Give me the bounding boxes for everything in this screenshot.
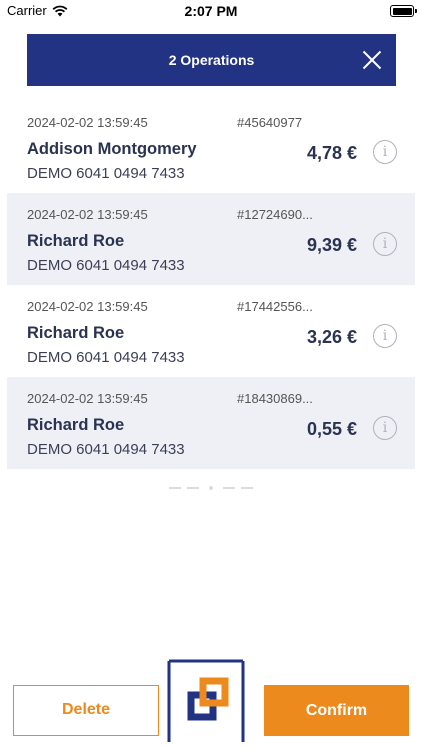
page-indicator[interactable] (0, 486, 422, 490)
info-icon[interactable]: i (373, 232, 397, 256)
operation-amount: 0,55 € (306, 419, 357, 439)
operation-date: 2024-02-02 13:59:45 (27, 299, 148, 314)
delete-button[interactable]: Delete (13, 685, 159, 736)
operation-date: 2024-02-02 13:59:45 (27, 207, 148, 222)
close-icon[interactable] (360, 48, 384, 72)
status-bar: Carrier 2:07 PM (0, 0, 422, 22)
status-time: 2:07 PM (184, 3, 238, 19)
operation-id: #12724690... (237, 207, 313, 222)
battery-icon (390, 5, 417, 17)
app-logo (167, 659, 245, 742)
operations-list: 2024-02-02 13:59:45 #45640977 Addison Mo… (7, 101, 415, 469)
operation-amount: 9,39 € (306, 235, 357, 255)
operation-account: DEMO 6041 0494 7433 (27, 257, 185, 274)
operation-id: #45640977 (237, 115, 303, 130)
operation-row[interactable]: 2024-02-02 13:59:45 #45640977 Addison Mo… (7, 101, 415, 193)
info-icon[interactable]: i (373, 324, 397, 348)
operation-date: 2024-02-02 13:59:45 (27, 115, 148, 130)
confirm-button[interactable]: Confirm (264, 685, 409, 736)
operation-account: DEMO 6041 0494 7433 (27, 349, 185, 366)
header-title: 2 Operations (168, 52, 255, 68)
operation-name: Addison Montgomery (27, 140, 197, 158)
operation-row[interactable]: 2024-02-02 13:59:45 #17442556... Richard… (7, 285, 415, 377)
info-icon[interactable]: i (373, 140, 397, 164)
operation-row[interactable]: 2024-02-02 13:59:45 #12724690... Richard… (7, 193, 415, 285)
operation-name: Richard Roe (27, 232, 125, 250)
operation-account: DEMO 6041 0494 7433 (27, 165, 185, 182)
operation-amount: 4,78 € (306, 143, 357, 163)
operation-account: DEMO 6041 0494 7433 (27, 441, 185, 458)
operation-id: #18430869... (237, 391, 313, 406)
operation-name: Richard Roe (27, 416, 125, 434)
info-icon[interactable]: i (373, 416, 397, 440)
operation-name: Richard Roe (27, 324, 125, 342)
operation-amount: 3,26 € (306, 327, 357, 347)
operations-header: 2 Operations (27, 34, 396, 86)
operation-row[interactable]: 2024-02-02 13:59:45 #18430869... Richard… (7, 377, 415, 469)
operation-id: #17442556... (237, 299, 313, 314)
operation-date: 2024-02-02 13:59:45 (27, 391, 148, 406)
